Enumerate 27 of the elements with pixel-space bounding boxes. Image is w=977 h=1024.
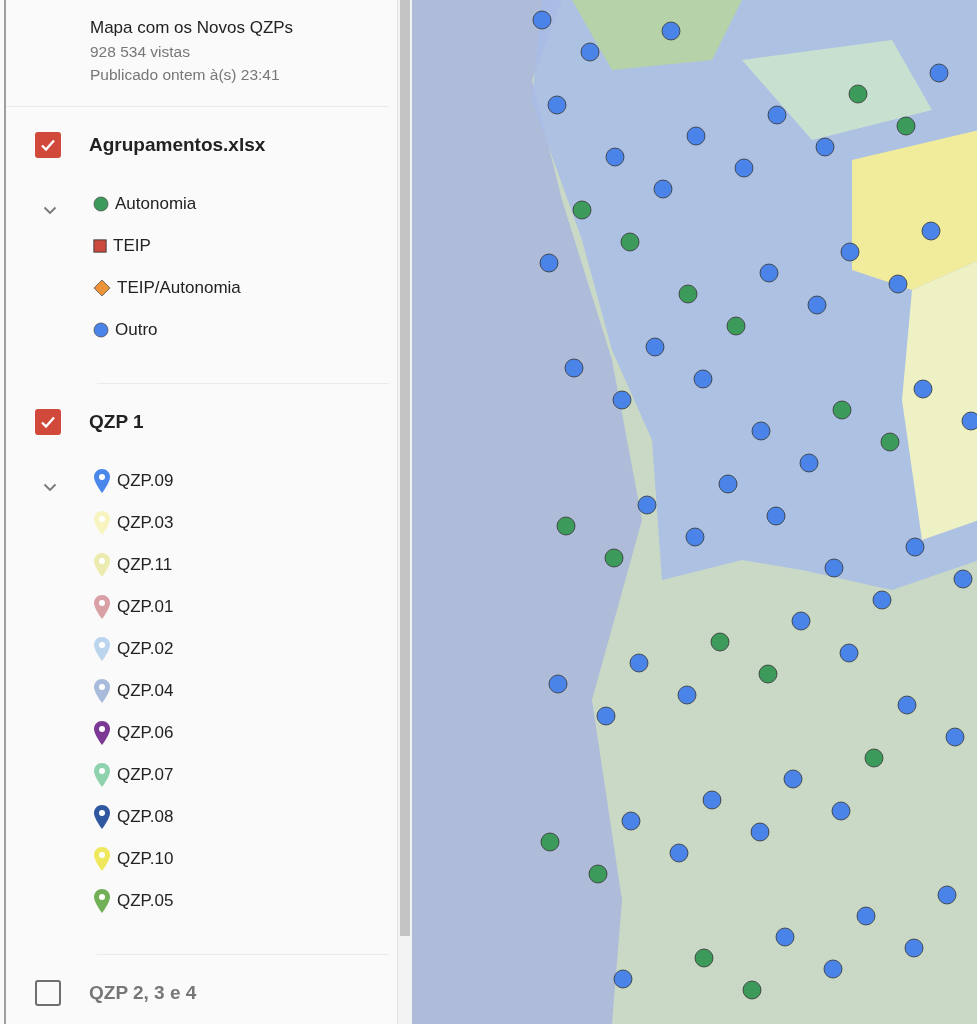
- legend-label: QZP.06: [117, 723, 174, 743]
- legend-label: QZP.08: [117, 807, 174, 827]
- layer-checkbox[interactable]: [35, 980, 61, 1006]
- legend-label: QZP.05: [117, 891, 174, 911]
- legend-label: QZP.11: [117, 555, 173, 575]
- legend-label: QZP.09: [117, 471, 174, 491]
- legend-label: TEIP/Autonomia: [117, 278, 241, 298]
- layer-name[interactable]: QZP 2, 3 e 4: [89, 982, 197, 1004]
- layer-checkbox[interactable]: [35, 132, 61, 158]
- legend-label: QZP.01: [117, 597, 174, 617]
- layer-checkbox[interactable]: [35, 409, 61, 435]
- legend-label: QZP.10: [117, 849, 174, 869]
- legend-label: Outro: [115, 320, 158, 340]
- view-count: 928 534 vistas: [90, 42, 191, 62]
- published-date: Publicado ontem à(s) 23:41: [90, 65, 281, 85]
- chevron-icon[interactable]: [43, 483, 57, 492]
- chevron-icon[interactable]: [43, 206, 57, 215]
- legend-label: QZP.07: [117, 765, 174, 785]
- legend-label: QZP.03: [117, 513, 174, 533]
- legend-label: Autonomia: [115, 194, 197, 214]
- legend-label: QZP.02: [117, 639, 174, 659]
- scrollbar-thumb[interactable]: [400, 0, 410, 936]
- map-title: Mapa com os Novos QZPs: [90, 17, 295, 39]
- layer-name[interactable]: Agrupamentos.xlsx: [89, 134, 266, 156]
- legend-label: TEIP: [113, 236, 151, 256]
- legend-label: QZP.04: [117, 681, 174, 701]
- layer-name[interactable]: QZP 1: [89, 411, 144, 433]
